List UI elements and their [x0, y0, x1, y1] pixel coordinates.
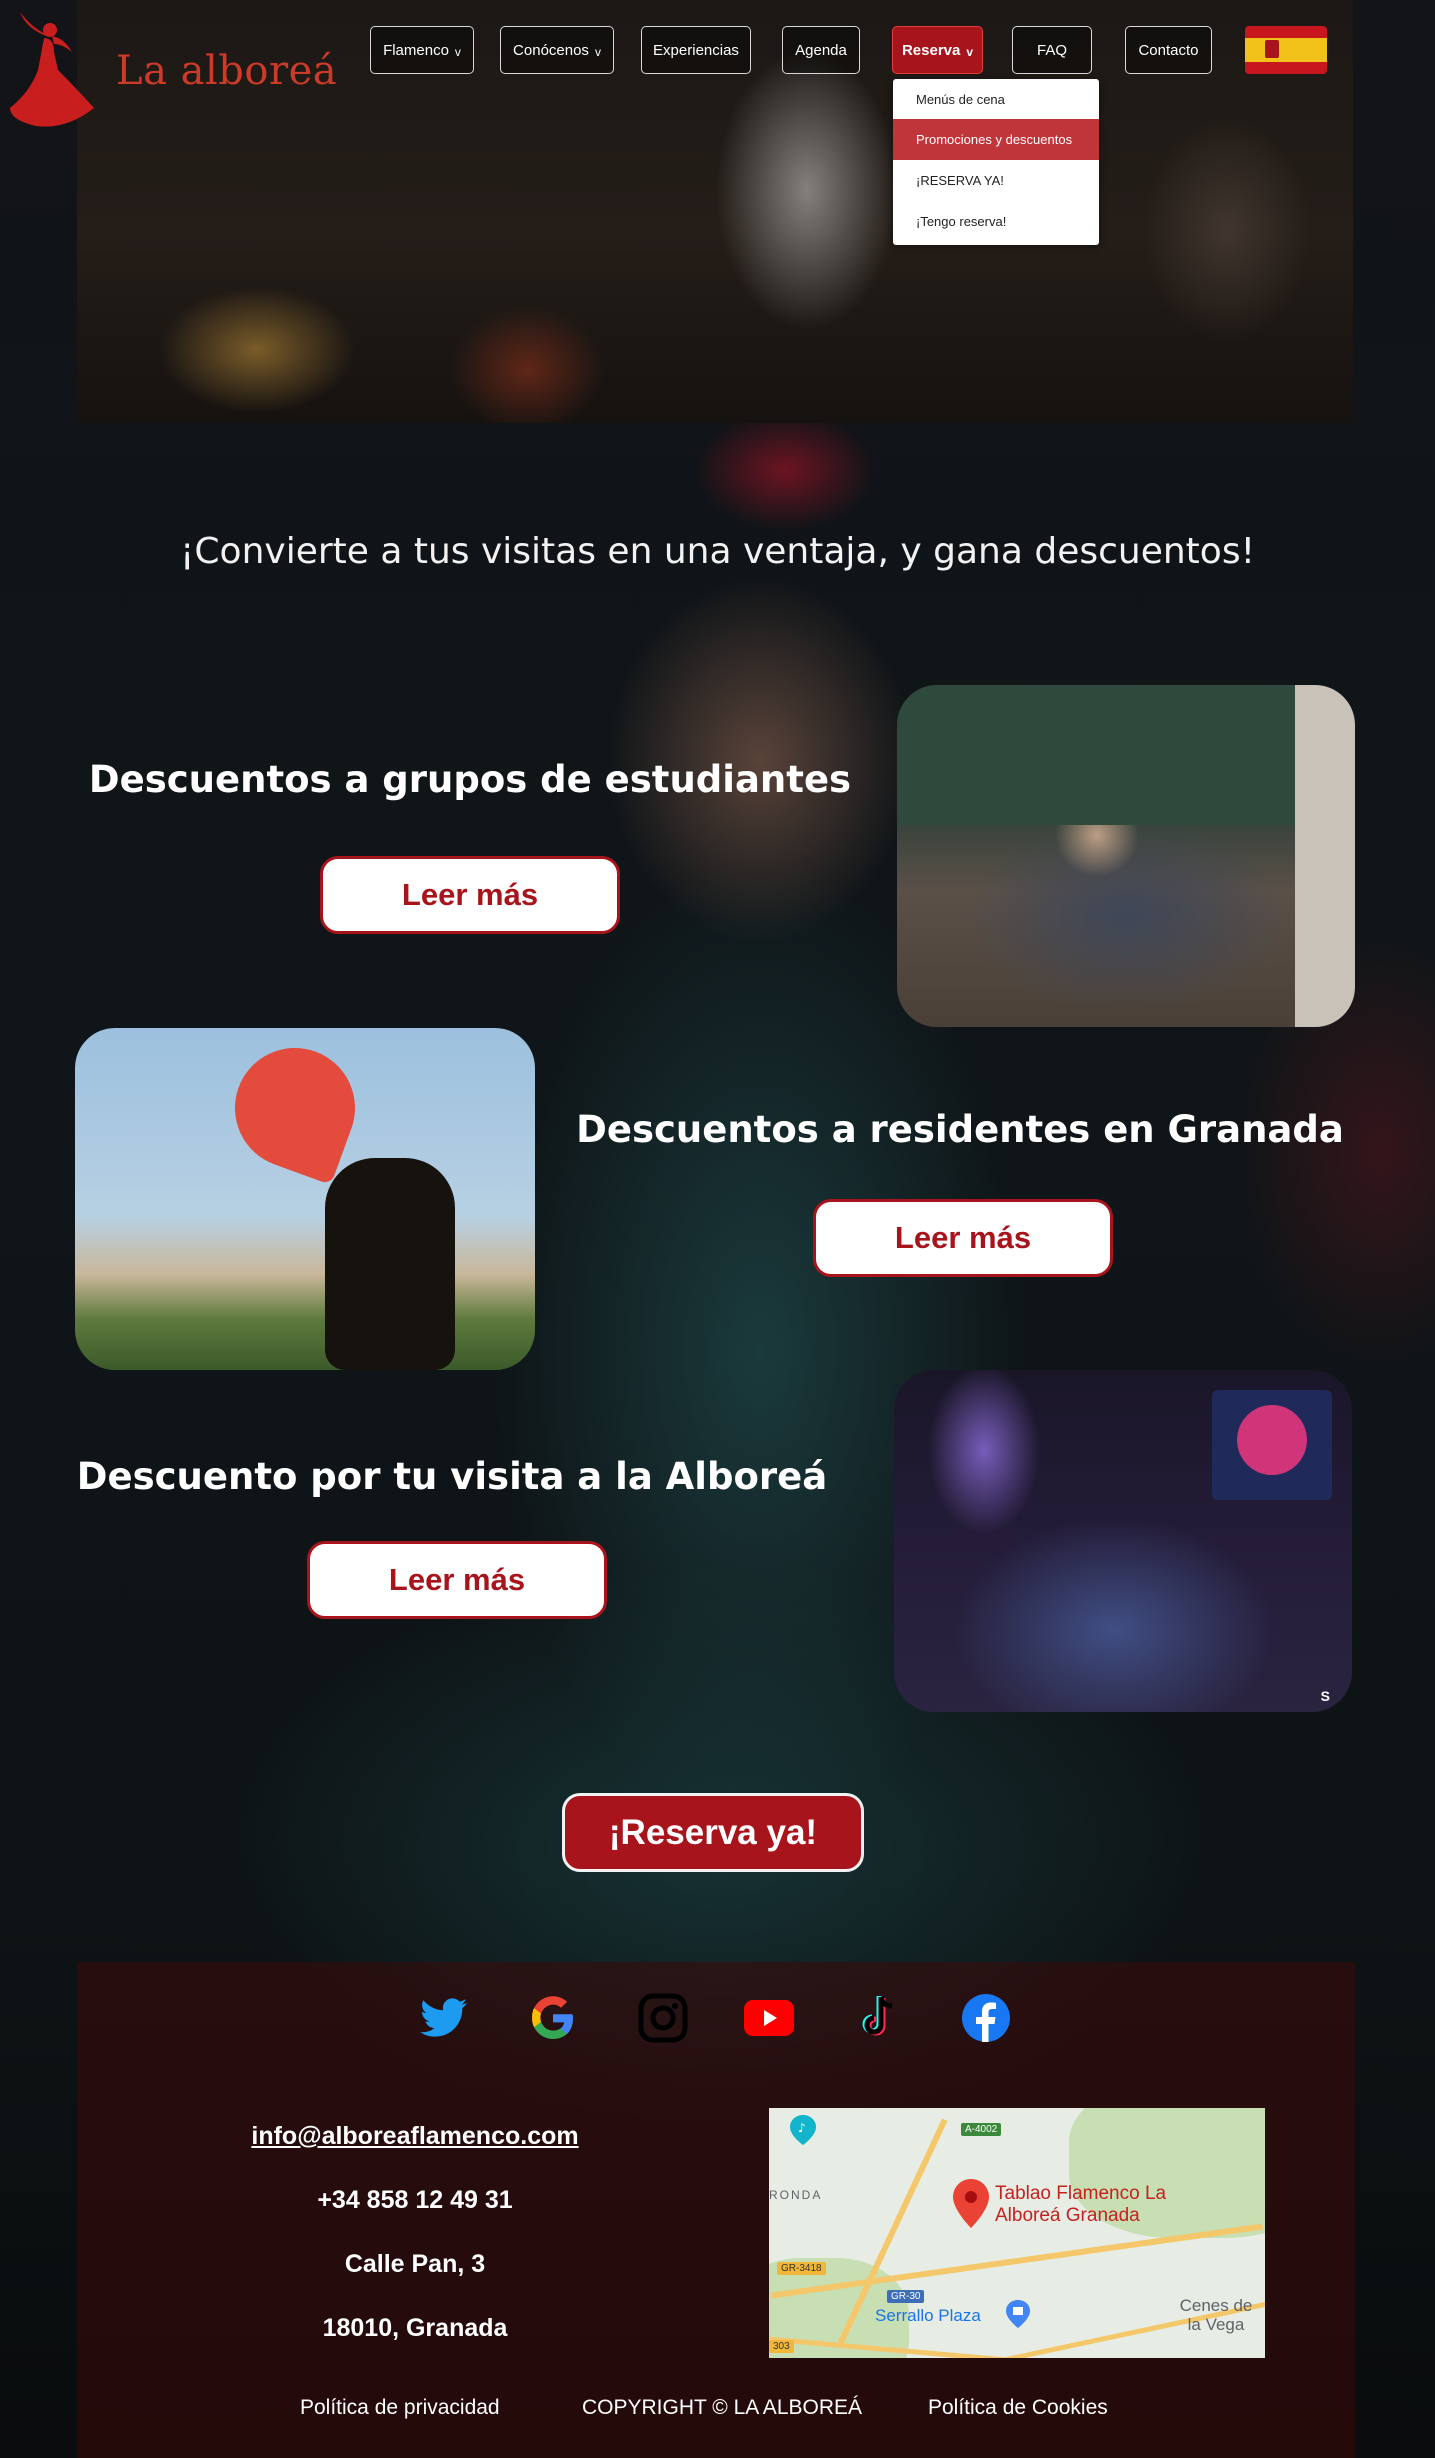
chevron-down-icon: v: [454, 45, 461, 59]
map-place-label: Serrallo Plaza: [875, 2306, 981, 2325]
tiktok-icon[interactable]: [852, 1992, 904, 2044]
google-icon[interactable]: [527, 1992, 579, 2044]
dancer-image: [325, 1158, 455, 1370]
map-town-label: Cenes de la Vega: [1179, 2296, 1253, 2334]
email-link[interactable]: info@alboreaflamenco.com: [251, 2122, 578, 2150]
nav-flamenco[interactable]: Flamenco v: [370, 26, 474, 74]
nav-label: Experiencias: [653, 41, 739, 59]
chalkboard-image: [897, 685, 1317, 825]
menu-item-tengo-reserva[interactable]: ¡Tengo reserva!: [893, 201, 1099, 242]
contact-email-row: info@alboreaflamenco.com: [190, 2122, 640, 2151]
street-address: Calle Pan, 3: [344, 2250, 486, 2278]
coat-of-arms-icon: [1265, 40, 1279, 58]
menu-item-reserva-ya[interactable]: ¡RESERVA YA!: [893, 160, 1099, 201]
promo-title-residentes: Descuentos a residentes en Granada: [576, 1108, 1344, 1151]
twitter-icon[interactable]: [418, 1992, 470, 2044]
chevron-down-icon: v: [594, 45, 601, 59]
facebook-icon[interactable]: [960, 1992, 1012, 2044]
chevron-down-icon: v: [966, 45, 974, 59]
nav-label: Reserva: [901, 41, 961, 59]
page-headline: ¡Convierte a tus visitas en una ventaja,…: [179, 531, 1256, 572]
phone-number: +34 858 12 49 31: [317, 2186, 513, 2214]
dancer-logo-icon: [10, 12, 94, 127]
wall-image: [1295, 685, 1355, 1027]
fan-image: [218, 1031, 372, 1185]
nav-faq[interactable]: FAQ: [1012, 26, 1092, 74]
map-shopping-pin-icon: [1006, 2300, 1030, 2328]
menu-item-promociones[interactable]: Promociones y descuentos: [893, 119, 1099, 160]
map-road-badge: GR-3418: [777, 2262, 826, 2275]
privacy-policy-link[interactable]: Política de privacidad: [300, 2396, 500, 2420]
svg-text:♪: ♪: [798, 2121, 806, 2135]
nav-experiencias[interactable]: Experiencias: [641, 26, 751, 74]
map-road-badge: A-4002: [961, 2123, 1002, 2136]
nav-agenda[interactable]: Agenda: [782, 26, 860, 74]
logo[interactable]: La alboreá: [6, 8, 337, 128]
nav-label: Conócenos: [513, 41, 589, 59]
map-area-label: RONDA: [769, 2188, 823, 2202]
location-map[interactable]: A-4002 RONDA GR-3418 GR-30 Serrallo Plaz…: [769, 2108, 1265, 2358]
instagram-icon[interactable]: [637, 1992, 689, 2044]
nav-label: FAQ: [1036, 41, 1067, 59]
city-address: 18010, Granada: [322, 2314, 508, 2342]
promo-title-visita: Descuento por tu visita a la Alboreá: [76, 1455, 828, 1498]
nav-label: Flamenco: [383, 41, 449, 59]
nav-contacto[interactable]: Contacto: [1125, 26, 1212, 74]
promo-title-estudiantes: Descuentos a grupos de estudiantes: [88, 758, 852, 801]
reserva-ya-button[interactable]: ¡Reserva ya!: [562, 1793, 864, 1872]
nav-label: Agenda: [795, 41, 847, 59]
map-road-badge: 303: [769, 2340, 794, 2353]
flamenco-show-photo: S: [894, 1370, 1352, 1712]
photo-corner-mark: S: [1320, 1688, 1330, 1704]
alborea-sign-image: [1212, 1390, 1332, 1500]
map-music-pin-icon: ♪: [790, 2115, 816, 2145]
youtube-icon[interactable]: [743, 1992, 795, 2044]
spanish-flag-icon[interactable]: [1245, 26, 1327, 74]
map-pin-icon: [953, 2179, 989, 2228]
map-place-name: Tablao Flamenco La Alboreá Granada: [995, 2183, 1167, 2226]
students-photo: [897, 685, 1355, 1027]
nav-reserva[interactable]: Reserva v: [892, 26, 983, 74]
map-road-badge: GR-30: [887, 2290, 925, 2303]
alhambra-dancer-photo: [75, 1028, 535, 1370]
leer-mas-button-residentes[interactable]: Leer más: [813, 1199, 1113, 1277]
reserva-dropdown-menu: Menús de cena Promociones y descuentos ¡…: [893, 79, 1099, 245]
cookies-policy-link[interactable]: Política de Cookies: [928, 2396, 1108, 2420]
menu-item-menus-de-cena[interactable]: Menús de cena: [893, 79, 1099, 119]
nav-label: Contacto: [1138, 41, 1199, 59]
leer-mas-button-visita[interactable]: Leer más: [307, 1541, 607, 1619]
nav-conocenos[interactable]: Conócenos v: [500, 26, 614, 74]
copyright-text: COPYRIGHT © LA ALBOREÁ: [582, 2396, 863, 2419]
brand-name: La alboreá: [116, 48, 338, 94]
leer-mas-button-estudiantes[interactable]: Leer más: [320, 856, 620, 934]
